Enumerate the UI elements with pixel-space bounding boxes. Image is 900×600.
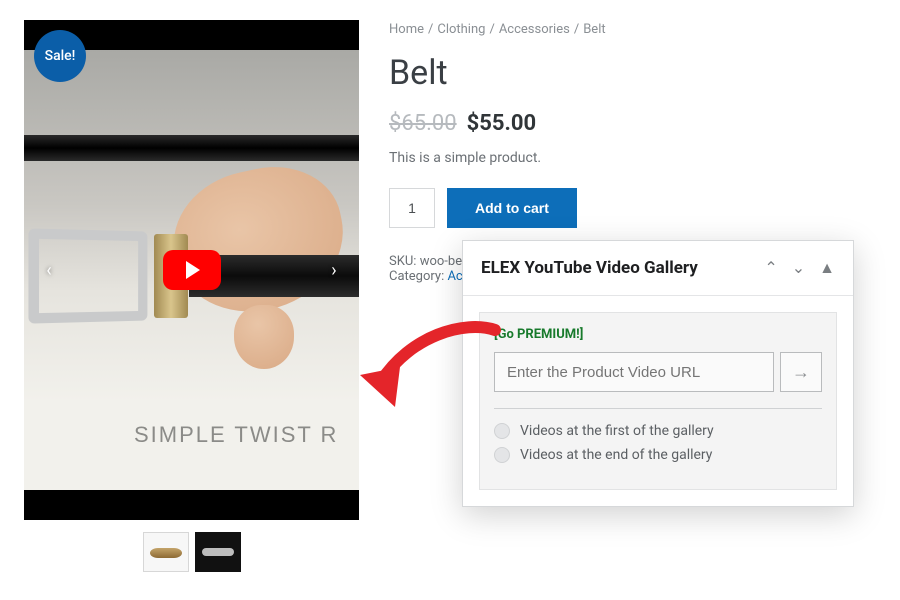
annotation-arrow-icon: [345, 315, 505, 425]
breadcrumb-sep: /: [489, 22, 494, 37]
sku-value: woo-be: [420, 254, 462, 269]
youtube-play-icon[interactable]: [163, 250, 221, 290]
product-video-url-input[interactable]: [494, 352, 774, 392]
radio-icon: [494, 447, 510, 463]
breadcrumb-sep: /: [428, 22, 433, 37]
quantity-stepper[interactable]: [389, 188, 435, 228]
add-to-cart-button[interactable]: Add to cart: [447, 188, 577, 228]
price-old: $65.00: [389, 111, 457, 136]
arrow-right-icon: →: [792, 362, 810, 383]
gallery-prev-button[interactable]: ‹: [38, 259, 60, 281]
gallery-thumb-1[interactable]: [143, 532, 189, 572]
breadcrumb: Home / Clothing / Accessories / Belt: [389, 22, 876, 37]
breadcrumb-current: Belt: [583, 22, 605, 37]
gallery-next-button[interactable]: ›: [323, 259, 345, 281]
radio-icon: [494, 423, 510, 439]
page-title: Belt: [389, 53, 876, 93]
metabox-move-up-icon[interactable]: ⌃: [764, 258, 777, 278]
breadcrumb-home[interactable]: Home: [389, 22, 424, 37]
product-tagline: This is a simple product.: [389, 150, 876, 166]
breadcrumb-accessories[interactable]: Accessories: [499, 22, 570, 37]
metabox-move-down-icon[interactable]: ⌄: [792, 258, 805, 278]
metabox-toggle-icon[interactable]: ▲: [819, 258, 835, 278]
product-price: $65.00 $55.00: [389, 111, 876, 136]
breadcrumb-clothing[interactable]: Clothing: [437, 22, 485, 37]
video-position-end-option[interactable]: Videos at the end of the gallery: [494, 447, 822, 463]
metabox-title: ELEX YouTube Video Gallery: [481, 257, 698, 279]
product-video-frame: Sale! SIMPLE TWIST R ‹ ›: [24, 20, 359, 520]
divider: [494, 408, 822, 409]
breadcrumb-sep: /: [574, 22, 579, 37]
go-premium-link[interactable]: [Go PREMIUM!]: [494, 327, 822, 342]
price-current: $55.00: [467, 111, 537, 136]
category-label: Category:: [389, 269, 444, 284]
elex-video-gallery-metabox: ELEX YouTube Video Gallery ⌃ ⌄ ▲ [Go PRE…: [462, 240, 854, 507]
option-label: Videos at the first of the gallery: [520, 423, 714, 439]
gallery-thumbnails: [24, 532, 359, 572]
video-position-first-option[interactable]: Videos at the first of the gallery: [494, 423, 822, 439]
submit-url-button[interactable]: →: [780, 352, 822, 392]
sku-label: SKU:: [389, 254, 416, 269]
sale-badge: Sale!: [34, 30, 86, 82]
option-label: Videos at the end of the gallery: [520, 447, 712, 463]
gallery-thumb-2[interactable]: [195, 532, 241, 572]
category-link[interactable]: Ac: [447, 269, 462, 284]
video-caption: SIMPLE TWIST R: [134, 422, 338, 448]
